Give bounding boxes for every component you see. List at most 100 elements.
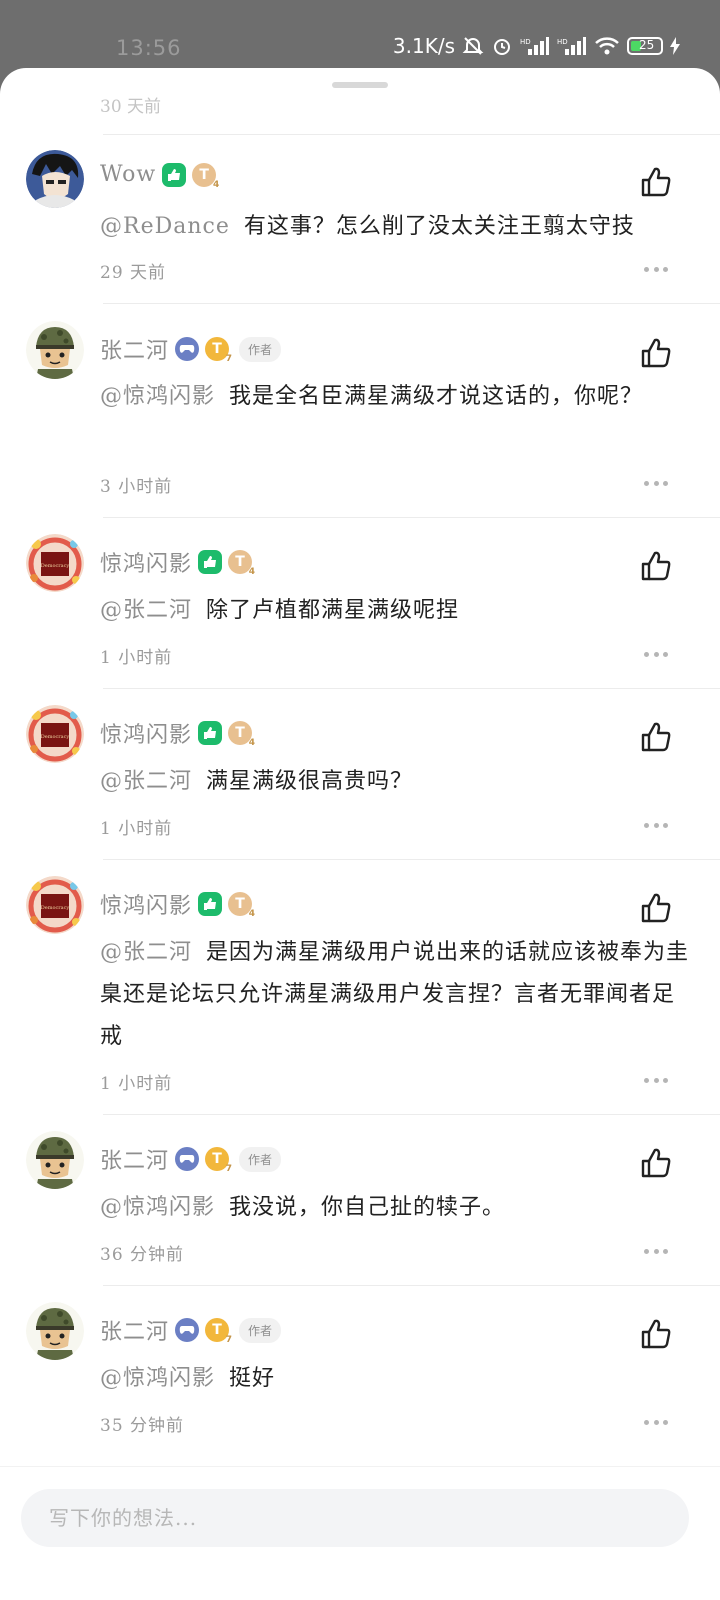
svg-text:Democracy: Democracy: [41, 563, 70, 569]
status-time: 13:56: [116, 36, 182, 60]
like-icon[interactable]: [638, 1316, 674, 1352]
divider: [103, 1114, 720, 1115]
user-avatar[interactable]: Democracy: [26, 534, 84, 592]
drag-handle[interactable]: [332, 82, 388, 88]
comment-time: 1 小时前: [100, 819, 173, 839]
signal-hd-icon-2: HD: [557, 36, 587, 56]
status-icons: 3.1K/s HD HD 25: [393, 34, 680, 58]
like-icon[interactable]: [638, 1145, 674, 1181]
gamepad-badge-icon: [175, 1147, 200, 1171]
title-badge-icon: T4: [228, 892, 255, 919]
level-badge-icon: [198, 550, 223, 574]
comment-time: 3 小时前: [100, 477, 173, 497]
comment-content: 我没说，你自己扯的犊子。: [229, 1195, 506, 1220]
title-badge-icon: T4: [192, 162, 219, 190]
comment-text: @张二河 是因为满星满级用户说出来的话就应该被奉为圭臬还是论坛只允许满星满级用户发…: [100, 932, 690, 1058]
divider: [103, 1285, 720, 1286]
comment-header: 惊鸿闪影 T 4: [100, 717, 255, 749]
battery-icon: 25: [627, 37, 663, 55]
svg-text:HD: HD: [557, 38, 568, 46]
charging-icon: [670, 37, 680, 55]
comment-time: 36 分钟前: [100, 1245, 185, 1265]
comment-header: 惊鸿闪影 T 4: [100, 888, 255, 920]
comment-header: 张二河 T 7 作者: [100, 1314, 282, 1346]
mention-link[interactable]: @张二河: [100, 769, 192, 794]
title-badge-icon: T4: [228, 721, 255, 748]
username[interactable]: 惊鸿闪影: [100, 717, 192, 749]
gamepad-badge-icon: [175, 1318, 200, 1342]
more-dots-icon[interactable]: [644, 478, 668, 488]
user-avatar[interactable]: [26, 150, 84, 208]
comment-input-bar: [0, 1466, 720, 1600]
net-speed: 3.1K/s: [392, 34, 455, 58]
mention-link[interactable]: @张二河: [100, 598, 192, 623]
comment-text: @ReDance 有这事？怎么削了没太关注王翦太守技: [100, 206, 690, 248]
user-avatar[interactable]: Democracy: [26, 705, 84, 763]
comment-time: 1 小时前: [100, 1074, 173, 1094]
comment-header: Wow T 4: [100, 162, 219, 190]
level-badge-icon: [198, 721, 223, 745]
level-badge-icon: [162, 162, 187, 187]
comment-content: 满星满级很高贵吗？: [206, 769, 414, 794]
more-dots-icon[interactable]: [644, 264, 668, 274]
comment-text: @张二河 除了卢植都满星满级呢捏: [100, 590, 690, 632]
user-avatar[interactable]: [26, 1131, 84, 1189]
like-icon[interactable]: [638, 335, 674, 371]
title-badge-icon: T7: [205, 337, 232, 364]
divider: [103, 303, 720, 304]
more-dots-icon[interactable]: [644, 820, 668, 830]
title-badge-icon: T4: [228, 550, 255, 577]
mention-link[interactable]: @张二河: [100, 940, 192, 965]
user-avatar[interactable]: [26, 1302, 84, 1360]
more-dots-icon[interactable]: [644, 649, 668, 659]
username[interactable]: 张二河: [100, 1314, 169, 1346]
comment-time: 1 小时前: [100, 648, 173, 668]
comment-text: @张二河 满星满级很高贵吗？: [100, 761, 690, 803]
author-tag: 作者: [239, 336, 282, 362]
title-badge-icon: T7: [205, 1147, 232, 1174]
like-icon[interactable]: [638, 890, 674, 926]
comment-content: 我是全名臣满星满级才说这话的，你呢？: [229, 384, 644, 409]
comment-input[interactable]: [21, 1489, 689, 1547]
comment-header: 张二河 T 7 作者: [100, 333, 282, 365]
like-icon[interactable]: [638, 548, 674, 584]
username[interactable]: 张二河: [100, 333, 169, 365]
divider: [103, 134, 720, 135]
author-tag: 作者: [239, 1317, 282, 1343]
mute-icon: [462, 35, 484, 57]
username[interactable]: 惊鸿闪影: [100, 546, 192, 578]
level-badge-icon: [198, 892, 223, 916]
username[interactable]: 张二河: [100, 1143, 169, 1175]
signal-hd-icon: HD: [520, 36, 550, 56]
wifi-icon: [594, 36, 620, 56]
comment-time: 29 天前: [100, 263, 167, 283]
svg-text:HD: HD: [520, 38, 531, 46]
svg-text:Democracy: Democracy: [41, 734, 70, 740]
mention-link[interactable]: @ReDance: [100, 214, 230, 239]
comment-text: @惊鸿闪影 我是全名臣满星满级才说这话的，你呢？: [100, 376, 690, 418]
author-tag: 作者: [239, 1146, 282, 1172]
mention-link[interactable]: @惊鸿闪影: [100, 384, 215, 409]
like-icon[interactable]: [638, 164, 674, 200]
user-avatar[interactable]: [26, 321, 84, 379]
more-dots-icon[interactable]: [644, 1075, 668, 1085]
comment-content: 有这事？怎么削了没太关注王翦太守技: [243, 214, 635, 239]
user-avatar[interactable]: Democracy: [26, 876, 84, 934]
comment-content: 挺好: [229, 1366, 276, 1391]
mention-link[interactable]: @惊鸿闪影: [100, 1195, 215, 1220]
alarm-icon: [491, 35, 513, 57]
gamepad-badge-icon: [175, 337, 200, 361]
comment-header: 张二河 T 7 作者: [100, 1143, 282, 1175]
svg-text:Democracy: Democracy: [41, 905, 70, 911]
divider: [103, 517, 720, 518]
more-dots-icon[interactable]: [644, 1246, 668, 1256]
more-dots-icon[interactable]: [644, 1417, 668, 1427]
mention-link[interactable]: @惊鸿闪影: [100, 1366, 215, 1391]
comment-header: 惊鸿闪影 T 4: [100, 546, 255, 578]
username[interactable]: Wow: [100, 162, 156, 187]
comment-time: 35 分钟前: [100, 1416, 185, 1436]
comment-text: @惊鸿闪影 我没说，你自己扯的犊子。: [100, 1187, 690, 1229]
username[interactable]: 惊鸿闪影: [100, 888, 192, 920]
partial-comment-time: 30 天前: [100, 97, 162, 117]
like-icon[interactable]: [638, 719, 674, 755]
